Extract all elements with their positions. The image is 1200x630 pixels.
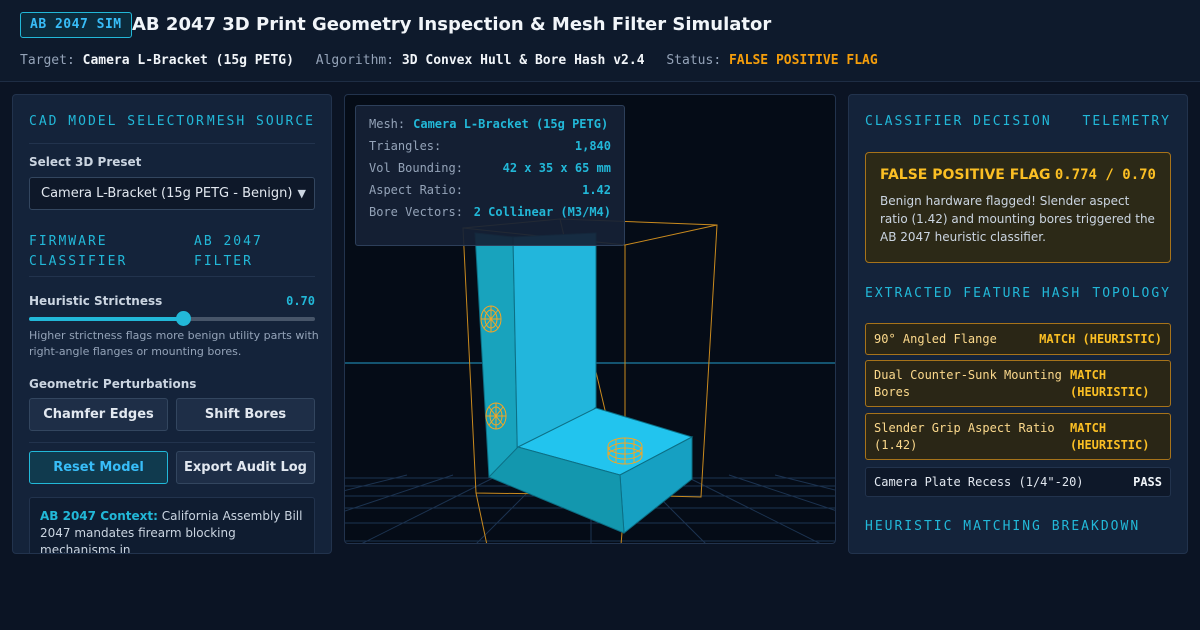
reset-model-button[interactable]: Reset Model bbox=[29, 451, 168, 484]
algorithm-value: 3D Convex Hull & Bore Hash v2.4 bbox=[401, 53, 645, 68]
strictness-label: Heuristic Strictness bbox=[29, 294, 163, 308]
algorithm-label: Algorithm: bbox=[315, 53, 395, 68]
info-row-triangles: Triangles: 1,840 bbox=[369, 139, 611, 153]
left-panel: CAD MODEL SELECTOR MESH SOURCE Select 3D… bbox=[12, 94, 332, 554]
preset-select[interactable]: Camera L-Bracket (15g PETG - Benign) ▼ bbox=[29, 177, 315, 210]
status-value: FALSE POSITIVE FLAG bbox=[728, 53, 878, 68]
feature-row: Dual Counter-Sunk Mounting Bores MATCH (… bbox=[865, 360, 1171, 407]
divider bbox=[29, 276, 315, 277]
export-audit-log-button[interactable]: Export Audit Log bbox=[176, 451, 315, 484]
chevron-down-icon: ▼ bbox=[297, 187, 306, 200]
strictness-help: Higher strictness flags more benign util… bbox=[29, 329, 319, 358]
topology-heading: TOPOLOGY bbox=[1092, 286, 1171, 301]
target-value: Camera L-Bracket (15g PETG) bbox=[82, 53, 294, 68]
decision-text: Benign hardware flagged! Slender aspect … bbox=[880, 194, 1155, 244]
info-row-mesh: Mesh: Camera L-Bracket (15g PETG) bbox=[369, 117, 609, 131]
context-title: AB 2047 Context: bbox=[40, 509, 158, 523]
slider-thumb[interactable] bbox=[176, 311, 192, 326]
page-title: AB 2047 3D Print Geometry Inspection & M… bbox=[132, 14, 772, 35]
feature-row: 90° Angled Flange MATCH (HEURISTIC) bbox=[865, 323, 1171, 355]
bracket-plate-side bbox=[474, 232, 519, 486]
status-bar: Target: Camera L-Bracket (15g PETG) Algo… bbox=[20, 53, 878, 68]
decision-score: 0.774 / 0.70 bbox=[1054, 167, 1156, 183]
decision-title: FALSE POSITIVE FLAG bbox=[880, 167, 1051, 183]
decision-card: FALSE POSITIVE FLAG 0.774 / 0.70 Benign … bbox=[865, 152, 1171, 263]
bore-hole-icon bbox=[485, 402, 507, 430]
feature-hash-heading: EXTRACTED FEATURE HASH bbox=[865, 286, 1082, 301]
shift-bores-button[interactable]: Shift Bores bbox=[176, 398, 315, 431]
strictness-slider[interactable] bbox=[29, 311, 315, 326]
info-row-volume: Vol Bounding: 42 x 35 x 65 mm bbox=[369, 161, 611, 175]
sim-badge: AB 2047 SIM bbox=[20, 12, 132, 38]
info-row-aspect: Aspect Ratio: 1.42 bbox=[369, 183, 611, 197]
strictness-value: 0.70 bbox=[286, 294, 315, 308]
classifier-decision-heading: CLASSIFIER DECISION bbox=[865, 114, 1052, 129]
bore-hole-icon bbox=[480, 305, 502, 333]
context-note: AB 2047 Context: California Assembly Bil… bbox=[29, 497, 315, 553]
mesh-viewport[interactable]: Mesh: Camera L-Bracket (15g PETG) Triang… bbox=[344, 94, 836, 544]
preset-label: Select 3D Preset bbox=[29, 155, 142, 169]
target-label: Target: bbox=[20, 53, 75, 68]
right-panel: CLASSIFIER DECISION TELEMETRY FALSE POSI… bbox=[848, 94, 1188, 554]
status-label: Status: bbox=[666, 53, 722, 68]
mesh-info-overlay: Mesh: Camera L-Bracket (15g PETG) Triang… bbox=[355, 105, 625, 246]
chamfer-edges-button[interactable]: Chamfer Edges bbox=[29, 398, 168, 431]
perturbations-label: Geometric Perturbations bbox=[29, 377, 197, 391]
preset-value: Camera L-Bracket (15g PETG - Benign) bbox=[41, 186, 293, 201]
info-row-bores: Bore Vectors: 2 Collinear (M3/M4) bbox=[369, 205, 611, 219]
app-header: AB 2047 SIM AB 2047 3D Print Geometry In… bbox=[0, 0, 1200, 82]
mesh-source-heading: MESH SOURCE bbox=[206, 114, 315, 129]
feature-row: Slender Grip Aspect Ratio (1.42) MATCH (… bbox=[865, 413, 1171, 460]
slider-fill bbox=[29, 317, 184, 321]
firmware-classifier-heading: FIRMWARE CLASSIFIER bbox=[29, 234, 128, 269]
divider bbox=[29, 143, 315, 144]
ab2047-filter-heading: AB 2047 FILTER bbox=[194, 234, 263, 269]
heuristic-breakdown-heading: HEURISTIC MATCHING BREAKDOWN bbox=[865, 519, 1141, 534]
cad-selector-heading: CAD MODEL SELECTOR bbox=[29, 114, 206, 129]
feature-row: Camera Plate Recess (1/4"-20) PASS bbox=[865, 467, 1171, 497]
divider bbox=[29, 442, 315, 443]
telemetry-heading: TELEMETRY bbox=[1082, 114, 1171, 129]
